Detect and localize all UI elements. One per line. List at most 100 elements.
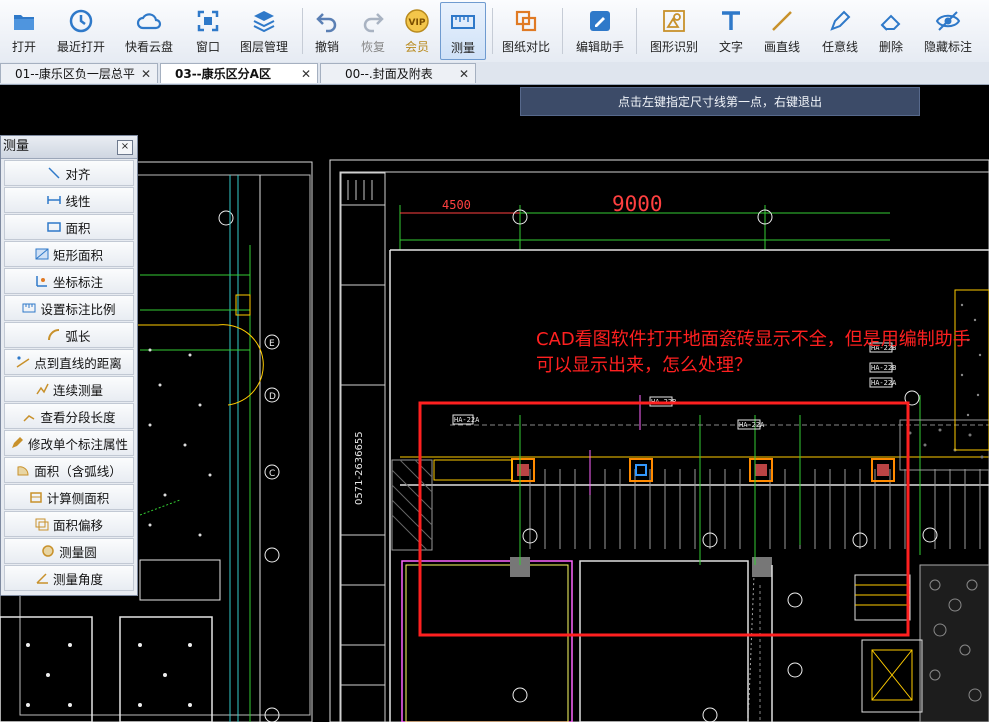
redo-button[interactable]: 恢复 (356, 2, 390, 58)
freehand-label: 任意线 (821, 40, 858, 54)
cloud-label: 快看云盘 (124, 40, 173, 54)
drawing-canvas[interactable]: 0571-2636655 4500 9000 HA-22A HA-22B HA-… (0, 85, 989, 722)
measure-area-button[interactable]: 面积 (4, 214, 134, 240)
open-button[interactable]: 打开 (4, 2, 44, 58)
close-icon[interactable]: × (117, 140, 133, 155)
tab-drawing-01[interactable]: 01--康乐区负一层总平 ✕ (0, 63, 158, 83)
measure-rect-area-button[interactable]: 矩形面积 (4, 241, 134, 267)
linear-icon (47, 193, 62, 207)
item-label: 面积 (65, 220, 91, 236)
shape-recognize-button[interactable]: 图形识别 (646, 2, 702, 58)
area-offset-icon (35, 517, 49, 531)
cloud-button[interactable]: 快看云盘 (120, 2, 178, 58)
item-label: 测量角度 (52, 571, 103, 587)
item-label: 对齐 (65, 166, 91, 182)
delete-button[interactable]: 删除 (874, 2, 908, 58)
item-label: 计算侧面积 (46, 490, 110, 506)
item-label: 矩形面积 (52, 247, 103, 263)
measure-area-offset-button[interactable]: 面积偏移 (4, 511, 134, 537)
item-label: 坐标标注 (52, 274, 103, 290)
coordinate-icon (35, 274, 49, 288)
layers-icon (251, 8, 277, 34)
undo-label: 撤销 (314, 40, 339, 54)
compare-button[interactable]: 图纸对比 (498, 2, 554, 58)
close-icon[interactable]: ✕ (141, 64, 151, 84)
pencil-icon (827, 8, 853, 34)
redo-label: 恢复 (360, 40, 385, 54)
rect-area-icon (35, 247, 49, 261)
ruler-icon (450, 9, 476, 35)
tab-drawing-00[interactable]: 00--.封面及附表 ✕ (320, 63, 476, 83)
vip-icon: VIP (404, 8, 430, 34)
axis-mark: E (269, 339, 275, 349)
measure-edit-annotation-button[interactable]: 修改单个标注属性 (4, 430, 134, 456)
arc-area-icon (16, 463, 30, 477)
vip-label: 会员 (404, 40, 429, 54)
measure-point-line-button[interactable]: 点到直线的距离 (4, 349, 134, 375)
phone-number: 0571-2636655 (354, 431, 365, 505)
tag-label: HA-22A (739, 421, 765, 429)
measure-button[interactable]: 测量 (440, 2, 486, 60)
segments-icon (22, 409, 36, 423)
eye-off-icon (935, 8, 961, 34)
tab-label: 03--康乐区分A区 (175, 67, 271, 81)
text-icon (718, 8, 744, 34)
recent-button[interactable]: 最近打开 (52, 2, 110, 58)
measure-segments-button[interactable]: 查看分段长度 (4, 403, 134, 429)
tab-drawing-03[interactable]: 03--康乐区分A区 ✕ (160, 63, 318, 83)
freehand-button[interactable]: 任意线 (818, 2, 862, 58)
undo-button[interactable]: 撤销 (310, 2, 344, 58)
item-label: 点到直线的距离 (34, 355, 122, 371)
cad-drawing: 0571-2636655 4500 9000 HA-22A HA-22B HA-… (0, 159, 989, 722)
document-tabs: 01--康乐区负一层总平 ✕ 03--康乐区分A区 ✕ 00--.封面及附表 ✕ (0, 62, 989, 85)
tab-label: 00--.封面及附表 (345, 67, 433, 81)
text-button[interactable]: 文字 (714, 2, 748, 58)
toolbar-divider (302, 8, 303, 54)
line-button[interactable]: 画直线 (760, 2, 804, 58)
measure-continuous-button[interactable]: 连续测量 (4, 376, 134, 402)
clock-icon (68, 8, 94, 34)
recent-label: 最近打开 (56, 40, 105, 54)
tag-label: HA-22A (454, 416, 480, 424)
window-label: 窗口 (195, 40, 220, 54)
side-area-icon (29, 490, 43, 504)
layer-button[interactable]: 图层管理 (236, 2, 292, 58)
measure-circle-button[interactable]: 测量圆 (4, 538, 134, 564)
measure-linear-button[interactable]: 线性 (4, 187, 134, 213)
close-icon[interactable]: ✕ (459, 64, 469, 84)
vip-button[interactable]: VIP 会员 (400, 2, 434, 58)
panel-header[interactable]: 测量 × (1, 136, 137, 159)
area-icon (47, 220, 62, 234)
arc-icon (47, 328, 61, 342)
toolbar-divider (636, 8, 637, 54)
measure-coordinate-button[interactable]: 坐标标注 (4, 268, 134, 294)
hide-annotation-button[interactable]: 隐藏标注 (920, 2, 976, 58)
text-label: 文字 (718, 40, 743, 54)
window-button[interactable]: 窗口 (190, 2, 226, 58)
continuous-icon (35, 382, 49, 396)
main-toolbar: 打开 最近打开 快看云盘 窗口 图层管理 撤销 恢复 VIP 会员 测量 图纸对… (0, 0, 989, 63)
open-label: 打开 (11, 40, 36, 54)
measure-align-button[interactable]: 对齐 (4, 160, 134, 186)
measure-angle-button[interactable]: 测量角度 (4, 565, 134, 591)
align-icon (47, 166, 61, 180)
circle-icon (41, 544, 55, 558)
command-hint: 点击左键指定尺寸线第一点，右键退出 (520, 87, 920, 116)
close-icon[interactable]: ✕ (301, 64, 311, 84)
measure-scale-button[interactable]: 设置标注比例 (4, 295, 134, 321)
item-label: 弧长 (65, 328, 91, 344)
measure-side-area-button[interactable]: 计算侧面积 (4, 484, 134, 510)
measure-arc-area-button[interactable]: 面积（含弧线） (4, 457, 134, 483)
line-label: 画直线 (763, 40, 800, 54)
measure-label: 测量 (450, 41, 475, 55)
axis-mark: C (269, 469, 275, 479)
edit-assistant-label: 编辑助手 (575, 40, 624, 54)
shape-icon (661, 8, 687, 34)
eraser-icon (878, 8, 904, 34)
measure-arc-button[interactable]: 弧长 (4, 322, 134, 348)
toolbar-divider (492, 8, 493, 54)
axis-mark: D (269, 392, 276, 402)
point-line-icon (16, 355, 30, 369)
item-label: 设置标注比例 (40, 301, 116, 317)
edit-assistant-button[interactable]: 编辑助手 (572, 2, 628, 58)
